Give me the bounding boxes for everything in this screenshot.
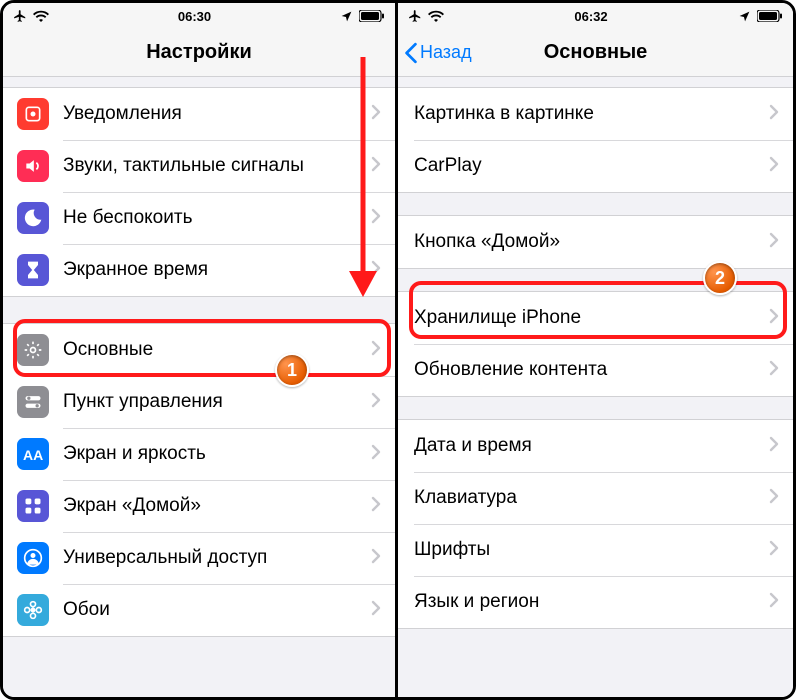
- status-bar: 06:32: [398, 3, 793, 29]
- group-a: Картинка в картинке CarPlay: [398, 87, 793, 193]
- group-d: Дата и время Клавиатура Шрифты Язык и регио…: [398, 419, 793, 629]
- row-control-center[interactable]: Пункт управления: [3, 376, 395, 428]
- aa-icon: AA: [17, 438, 49, 470]
- row-label: Не беспокоить: [63, 207, 365, 229]
- svg-text:AA: AA: [23, 447, 43, 463]
- chevron-right-icon: [371, 496, 381, 517]
- row-label: Экран и яркость: [63, 443, 365, 465]
- row-display[interactable]: AA Экран и яркость: [3, 428, 395, 480]
- row-storage[interactable]: Хранилище iPhone: [398, 292, 793, 344]
- bell-icon: [17, 98, 49, 130]
- page-title: Основные: [544, 41, 648, 64]
- row-home-screen[interactable]: Экран «Домой»: [3, 480, 395, 532]
- row-label: Пункт управления: [63, 391, 365, 413]
- row-wallpaper[interactable]: Обои: [3, 584, 395, 636]
- row-carplay[interactable]: CarPlay: [398, 140, 793, 192]
- row-home-button[interactable]: Кнопка «Домой»: [398, 216, 793, 268]
- chevron-right-icon: [769, 232, 779, 253]
- group-general: Основные Пункт управления AA Экран и яркост…: [3, 323, 395, 637]
- group-notifications: Уведомления Звуки, тактильные сигналы Не б…: [3, 87, 395, 297]
- chevron-right-icon: [769, 436, 779, 457]
- row-label: Шрифты: [414, 539, 763, 561]
- settings-list: Уведомления Звуки, тактильные сигналы Не б…: [3, 77, 395, 697]
- row-label: Экран «Домой»: [63, 495, 365, 517]
- chevron-right-icon: [371, 340, 381, 361]
- row-screentime[interactable]: Экранное время: [3, 244, 395, 296]
- airplane-icon: [408, 9, 422, 23]
- chevron-right-icon: [371, 392, 381, 413]
- status-bar: 06:30: [3, 3, 395, 29]
- chevron-right-icon: [371, 444, 381, 465]
- flower-icon: [17, 594, 49, 626]
- row-notifications[interactable]: Уведомления: [3, 88, 395, 140]
- group-b: Кнопка «Домой»: [398, 215, 793, 269]
- row-keyboard[interactable]: Клавиатура: [398, 472, 793, 524]
- chevron-right-icon: [371, 260, 381, 281]
- nav-header: Назад Основные: [398, 29, 793, 77]
- moon-icon: [17, 202, 49, 234]
- chevron-right-icon: [371, 156, 381, 177]
- row-background-refresh[interactable]: Обновление контента: [398, 344, 793, 396]
- location-icon: [738, 10, 751, 23]
- row-dnd[interactable]: Не беспокоить: [3, 192, 395, 244]
- chevron-right-icon: [769, 592, 779, 613]
- battery-icon: [757, 10, 783, 22]
- chevron-right-icon: [371, 208, 381, 229]
- wifi-icon: [33, 10, 49, 22]
- switches-icon: [17, 386, 49, 418]
- chevron-right-icon: [371, 600, 381, 621]
- row-fonts[interactable]: Шрифты: [398, 524, 793, 576]
- person-icon: [17, 542, 49, 574]
- grid-icon: [17, 490, 49, 522]
- row-date-time[interactable]: Дата и время: [398, 420, 793, 472]
- row-label: Язык и регион: [414, 591, 763, 613]
- nav-header: Настройки: [3, 29, 395, 77]
- phone-right: 06:32 Назад Основные Картинка в картинке…: [398, 3, 793, 697]
- chevron-right-icon: [371, 104, 381, 125]
- chevron-right-icon: [371, 548, 381, 569]
- row-sounds[interactable]: Звуки, тактильные сигналы: [3, 140, 395, 192]
- chevron-right-icon: [769, 488, 779, 509]
- airplane-icon: [13, 9, 27, 23]
- speaker-icon: [17, 150, 49, 182]
- row-pip[interactable]: Картинка в картинке: [398, 88, 793, 140]
- row-label: Обновление контента: [414, 359, 763, 381]
- row-label: Хранилище iPhone: [414, 307, 763, 329]
- chevron-right-icon: [769, 360, 779, 381]
- row-label: Обои: [63, 599, 365, 621]
- hourglass-icon: [17, 254, 49, 286]
- chevron-right-icon: [769, 156, 779, 177]
- row-label: Клавиатура: [414, 487, 763, 509]
- chevron-right-icon: [769, 308, 779, 329]
- row-label: Дата и время: [414, 435, 763, 457]
- row-label: Кнопка «Домой»: [414, 231, 763, 253]
- row-label: Универсальный доступ: [63, 547, 365, 569]
- gear-icon: [17, 334, 49, 366]
- row-label: Основные: [63, 339, 365, 361]
- back-button[interactable]: Назад: [404, 42, 472, 64]
- battery-icon: [359, 10, 385, 22]
- row-general[interactable]: Основные: [3, 324, 395, 376]
- page-title: Настройки: [146, 41, 252, 64]
- row-language-region[interactable]: Язык и регион: [398, 576, 793, 628]
- status-time: 06:32: [574, 9, 607, 24]
- status-time: 06:30: [178, 9, 211, 24]
- location-icon: [340, 10, 353, 23]
- screenshot-frame: 06:30 Настройки Уведомления Звуки, тактил…: [0, 0, 796, 700]
- group-c: Хранилище iPhone Обновление контента: [398, 291, 793, 397]
- chevron-right-icon: [769, 540, 779, 561]
- row-label: Звуки, тактильные сигналы: [63, 155, 365, 177]
- general-list: Картинка в картинке CarPlay Кнопка «Домой…: [398, 77, 793, 697]
- row-label: Картинка в картинке: [414, 103, 763, 125]
- back-label: Назад: [420, 42, 472, 63]
- row-label: CarPlay: [414, 155, 763, 177]
- row-label: Уведомления: [63, 103, 365, 125]
- row-label: Экранное время: [63, 259, 365, 281]
- wifi-icon: [428, 10, 444, 22]
- row-accessibility[interactable]: Универсальный доступ: [3, 532, 395, 584]
- phone-left: 06:30 Настройки Уведомления Звуки, тактил…: [3, 3, 398, 697]
- chevron-right-icon: [769, 104, 779, 125]
